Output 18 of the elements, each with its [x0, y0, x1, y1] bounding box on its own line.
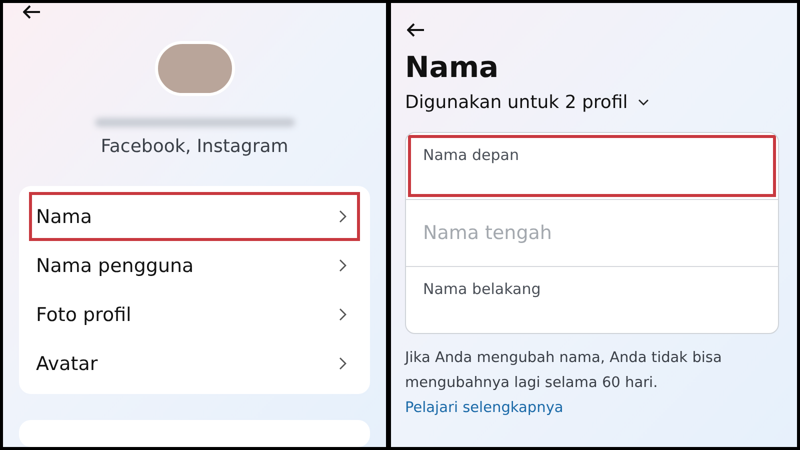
chevron-right-icon: [339, 357, 347, 370]
menu-item[interactable]: Avatar: [29, 339, 360, 388]
learn-more-link[interactable]: Pelajari selengkapnya: [405, 400, 564, 416]
profiles-dropdown[interactable]: Digunakan untuk 2 profil: [405, 89, 649, 116]
chevron-down-icon: [638, 99, 649, 106]
chevron-right-icon: [339, 308, 347, 322]
back-arrow-icon[interactable]: [23, 5, 41, 19]
linked-accounts-text: Facebook, Instagram: [100, 135, 288, 160]
page-title: Nama: [405, 49, 500, 85]
chevron-right-icon: [339, 210, 347, 224]
input-field[interactable]: Nama belakang: [408, 269, 776, 331]
menu-item[interactable]: Nama pengguna: [29, 241, 360, 290]
back-arrow-icon[interactable]: [407, 23, 425, 37]
input-field[interactable]: Nama depan: [408, 135, 776, 197]
menu-item[interactable]: Nama: [29, 192, 360, 242]
notice-text: Jika Anda mengubah nama, Anda tidak bisa mengubahnya lagi selama 60 hari. Pelajari selengkapnya: [405, 349, 723, 418]
menu-item[interactable]: Foto profil: [29, 290, 360, 340]
chevron-right-icon: [339, 259, 347, 272]
